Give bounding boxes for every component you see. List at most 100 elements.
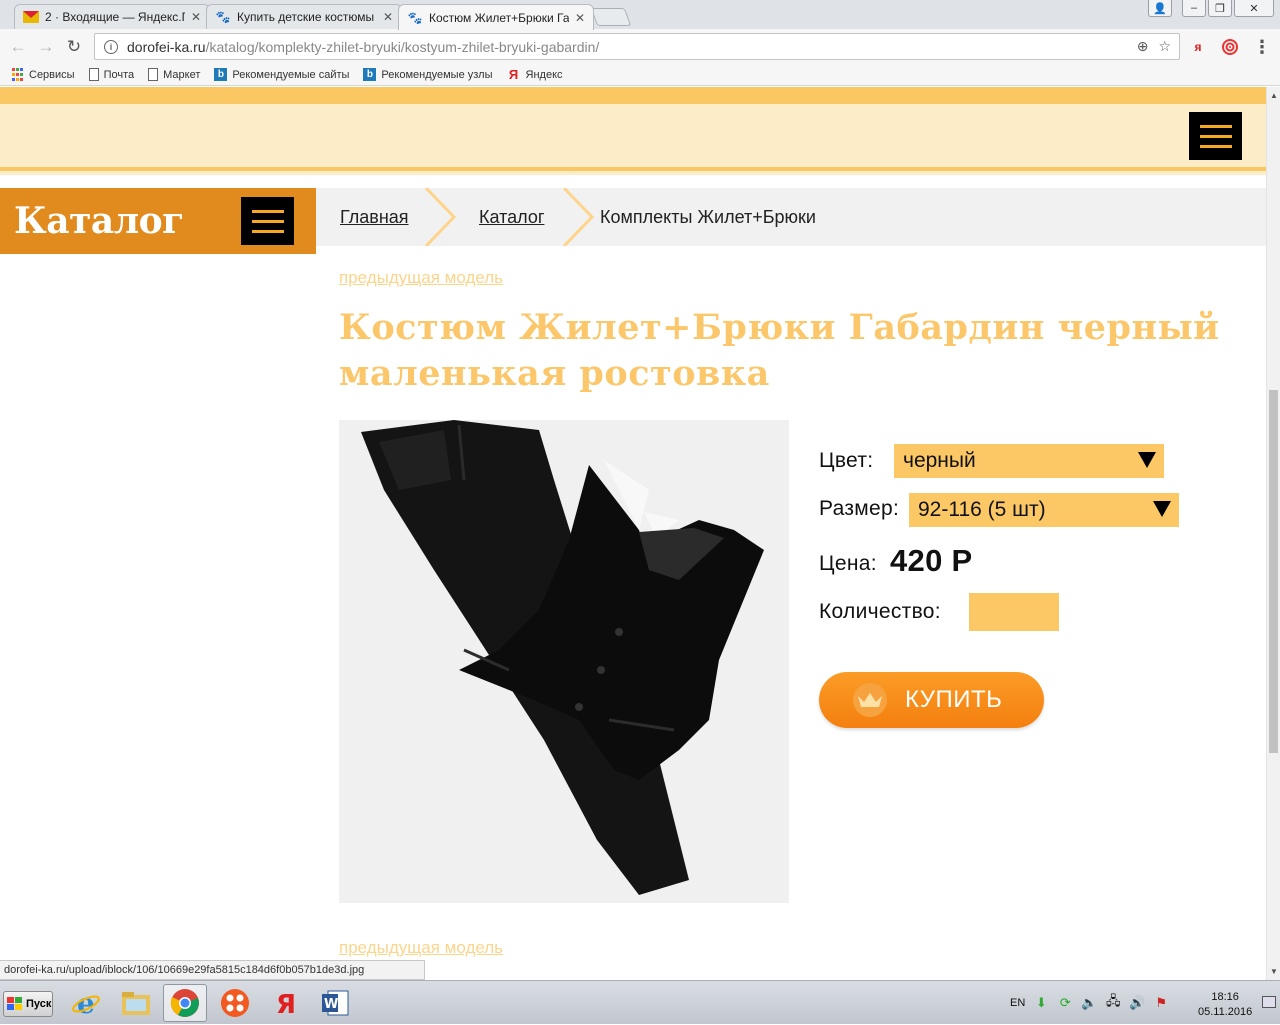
explorer-taskbar-icon[interactable] xyxy=(114,984,158,1022)
bookmark-recommended-sites[interactable]: b Рекомендуемые сайты xyxy=(214,68,349,81)
yandex-browser-taskbar-icon[interactable]: Я xyxy=(263,984,307,1022)
breadcrumb: Главная Каталог Комплекты Жилет+Брюки xyxy=(316,188,1266,246)
svg-text:Я: Я xyxy=(276,990,296,1018)
tab-yandex-mail[interactable]: 2 · Входящие — Яндекс.Почта ✕ xyxy=(14,4,210,29)
restore-icon[interactable]: ❐ xyxy=(1208,0,1232,17)
clock-time: 18:16 xyxy=(1211,991,1239,1003)
prev-model-link-bottom[interactable]: предыдущая модель xyxy=(339,938,503,958)
word-taskbar-icon[interactable]: W xyxy=(313,984,357,1022)
bookmark-market[interactable]: Маркет xyxy=(148,68,200,81)
bookmark-recommended-nodes[interactable]: b Рекомендуемые узлы xyxy=(363,68,493,81)
close-icon[interactable]: ✕ xyxy=(383,10,393,24)
bookmark-label: Сервисы xyxy=(29,68,75,81)
tab-title: Купить детские костюмы у xyxy=(237,10,377,24)
update-icon[interactable]: ⟳ xyxy=(1057,995,1073,1011)
menu-icon[interactable]: ⋮ xyxy=(1252,37,1272,57)
prev-model-link[interactable]: предыдущая модель xyxy=(339,268,503,288)
speaker-icon[interactable]: 🔊 xyxy=(1129,995,1145,1011)
color-select[interactable]: черный xyxy=(894,444,1164,478)
bookmark-yandex[interactable]: Я Яндекс xyxy=(507,67,563,82)
close-icon[interactable]: ✕ xyxy=(575,11,585,25)
download-icon[interactable]: ⬇ xyxy=(1033,995,1049,1011)
volume-icon[interactable]: 🔈 xyxy=(1081,995,1097,1011)
yandex-mail-icon xyxy=(23,10,39,24)
start-button[interactable]: Пуск xyxy=(3,991,53,1017)
bookmark-label: Яндекс xyxy=(525,68,563,81)
color-select-value: черный xyxy=(903,449,976,472)
flag-icon[interactable]: ⚑ xyxy=(1153,995,1169,1011)
bookmark-services[interactable]: Сервисы xyxy=(10,68,75,82)
yandex-extension-icon[interactable]: я xyxy=(1188,37,1208,57)
scroll-down-icon[interactable]: ▼ xyxy=(1270,967,1278,976)
dropdown-arrow-icon xyxy=(1153,501,1171,517)
back-icon[interactable]: ← xyxy=(8,37,28,57)
price-value: 420 Р xyxy=(890,543,973,578)
status-url: dorofei-ka.ru/upload/iblock/106/10669e29… xyxy=(0,960,425,980)
quantity-input[interactable] xyxy=(969,593,1059,631)
apps-icon xyxy=(10,68,24,82)
tab-kupit[interactable]: 🐾 Купить детские костюмы у ✕ xyxy=(206,4,402,29)
tab-strip: 2 · Входящие — Яндекс.Почта ✕ 🐾 Купить д… xyxy=(0,0,1280,30)
target-extension-icon[interactable] xyxy=(1220,37,1240,57)
bookmark-star-icon[interactable]: ☆ xyxy=(1158,38,1171,55)
svg-text:e: e xyxy=(77,988,95,1018)
media-taskbar-icon[interactable] xyxy=(213,984,257,1022)
info-icon[interactable]: i xyxy=(104,39,118,54)
show-desktop-icon[interactable] xyxy=(1262,996,1276,1008)
page-icon xyxy=(88,68,99,81)
forward-icon[interactable]: → xyxy=(36,37,56,57)
new-tab-button[interactable] xyxy=(590,8,632,26)
tab-kostyum[interactable]: 🐾 Костюм Жилет+Брюки Габардин ✕ xyxy=(398,4,594,30)
address-bar[interactable]: i dorofei-ka.ru /katalog/komplekty-zhile… xyxy=(94,33,1180,60)
buy-button[interactable]: КУПИТЬ xyxy=(819,672,1044,728)
profile-icon[interactable]: 👤 xyxy=(1148,0,1172,17)
breadcrumb-catalog[interactable]: Каталог xyxy=(479,207,544,228)
quantity-label: Количество: xyxy=(819,600,941,623)
bookmarks-bar: Сервисы Почта Маркет b Рекомендуемые сай… xyxy=(0,64,1280,86)
bookmark-label: Рекомендуемые узлы xyxy=(381,68,493,81)
header-stripe xyxy=(0,167,1266,171)
window-controls: 👤 – ❐ ✕ xyxy=(1148,0,1274,17)
close-window-icon[interactable]: ✕ xyxy=(1234,0,1274,17)
language-indicator[interactable]: EN xyxy=(1010,997,1025,1009)
paw-icon: 🐾 xyxy=(407,10,423,25)
bookmark-mail[interactable]: Почта xyxy=(88,68,135,81)
product-title: Костюм Жилет+Брюки Габардин черный мален… xyxy=(339,307,1220,394)
dropdown-arrow-icon xyxy=(1138,452,1156,468)
scroll-up-icon[interactable]: ▲ xyxy=(1270,91,1278,100)
bookmark-label: Маркет xyxy=(163,68,201,81)
minimize-icon[interactable]: – xyxy=(1182,0,1206,17)
tab-title: 2 · Входящие — Яндекс.Почта xyxy=(45,10,185,24)
start-label: Пуск xyxy=(26,998,52,1010)
ie-taskbar-icon[interactable]: e xyxy=(64,984,108,1022)
taskbar: Пуск e Я W EN ⬇ ⟳ 🔈 🖧 🔊 ⚑ 18:16 05.11.20… xyxy=(0,980,1280,1024)
browser-toolbar: ← → ↻ i dorofei-ka.ru /katalog/komplekty… xyxy=(0,29,1280,64)
catalog-menu-button[interactable] xyxy=(241,197,294,245)
reload-icon[interactable]: ↻ xyxy=(64,37,84,57)
scrollbar-thumb[interactable] xyxy=(1269,390,1278,753)
size-select[interactable]: 92-116 (5 шт) xyxy=(909,493,1179,527)
zoom-icon[interactable]: ⊕ xyxy=(1137,38,1149,55)
clock-date: 05.11.2016 xyxy=(1198,1006,1253,1018)
breadcrumb-chevron-icon xyxy=(562,188,595,246)
close-icon[interactable]: ✕ xyxy=(191,10,201,24)
chrome-taskbar-icon[interactable] xyxy=(163,984,207,1022)
page-icon xyxy=(148,68,159,81)
breadcrumb-chevron-icon xyxy=(424,188,457,246)
network-icon[interactable]: 🖧 xyxy=(1105,993,1121,1011)
product-photo[interactable] xyxy=(339,420,789,903)
price-label: Цена: xyxy=(819,552,877,575)
url-path: /katalog/komplekty-zhilet-bryuki/kostyum… xyxy=(205,38,600,55)
header-stripe xyxy=(0,87,1266,104)
bookmark-label: Почта xyxy=(103,68,135,81)
site-header xyxy=(0,87,1266,175)
breadcrumb-home[interactable]: Главная xyxy=(340,207,409,228)
bing-icon: b xyxy=(214,68,228,81)
main-menu-button[interactable] xyxy=(1189,112,1242,160)
crown-icon xyxy=(853,683,887,717)
page-scrollbar[interactable]: ▲ ▼ xyxy=(1266,87,1280,980)
size-select-value: 92-116 (5 шт) xyxy=(918,498,1046,521)
tab-title: Костюм Жилет+Брюки Габардин xyxy=(429,10,569,25)
bing-icon: b xyxy=(363,68,377,81)
clock[interactable]: 18:16 05.11.2016 xyxy=(1198,990,1252,1020)
